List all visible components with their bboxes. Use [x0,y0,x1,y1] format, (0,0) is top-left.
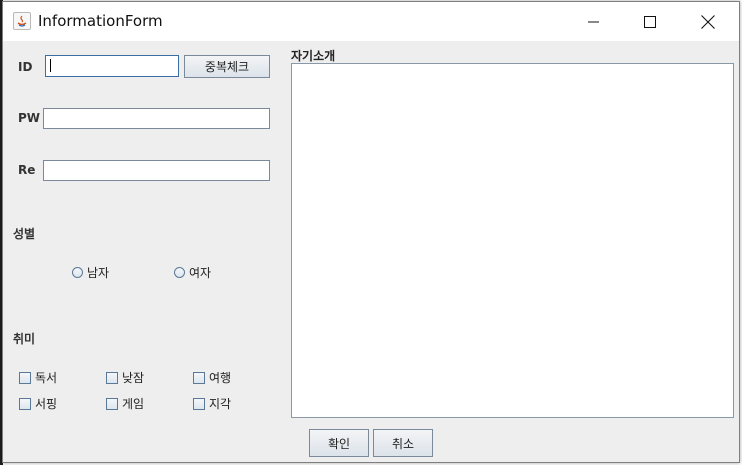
hobby-option-travel[interactable]: 여행 [193,369,231,386]
minimize-icon [588,21,599,22]
gender-option-female[interactable]: 여자 [174,264,211,281]
gender-option-label: 남자 [87,266,110,280]
hobby-option-label: 게임 [122,397,145,411]
checkbox[interactable] [106,397,118,410]
pw-input[interactable] [43,108,270,129]
id-label: ID [18,60,33,74]
close-button[interactable] [685,2,731,41]
java-app-icon [13,12,31,30]
intro-label: 자기소개 [291,49,336,63]
re-label: Re [18,163,36,177]
hobby-option-label: 서핑 [35,397,58,411]
hobby-option-game[interactable]: 게임 [106,395,144,412]
gender-option-label: 여자 [189,266,212,280]
intro-textarea[interactable] [291,63,734,418]
hobby-option-reading[interactable]: 독서 [19,369,57,386]
gender-label: 성별 [13,227,36,241]
text-caret [50,59,51,72]
radio-button[interactable] [72,267,83,278]
cancel-button[interactable]: 취소 [373,429,433,457]
checkbox[interactable] [193,397,205,410]
checkbox[interactable] [193,371,205,384]
hobby-option-surfing[interactable]: 서핑 [19,395,57,412]
pw-label: PW [18,111,41,125]
hobby-option-label: 지각 [209,397,232,411]
hobby-option-label: 독서 [35,371,58,385]
hobby-label: 취미 [13,332,36,346]
confirm-button[interactable]: 확인 [309,429,369,457]
checkbox[interactable] [19,397,31,410]
checkbox[interactable] [19,371,31,384]
title-bar[interactable]: InformationForm [3,2,739,41]
close-icon [701,14,715,29]
id-input[interactable] [45,55,179,77]
window-title: InformationForm [38,12,163,30]
maximize-icon [644,15,656,28]
radio-button[interactable] [174,267,185,278]
hobby-option-label: 여행 [209,371,232,385]
minimize-button[interactable] [571,2,617,41]
re-input[interactable] [43,160,270,181]
duplicate-check-button[interactable]: 중복체크 [184,55,270,78]
hobby-option-nap[interactable]: 낮잠 [106,369,144,386]
checkbox[interactable] [106,371,118,384]
gender-option-male[interactable]: 남자 [72,264,109,281]
hobby-option-label: 낮잠 [122,371,145,385]
information-form-window: InformationForm ID 중복체크 PW Re 성별 남자 여자 취… [2,1,740,463]
maximize-button[interactable] [627,2,673,41]
hobby-option-lateness[interactable]: 지각 [193,395,231,412]
